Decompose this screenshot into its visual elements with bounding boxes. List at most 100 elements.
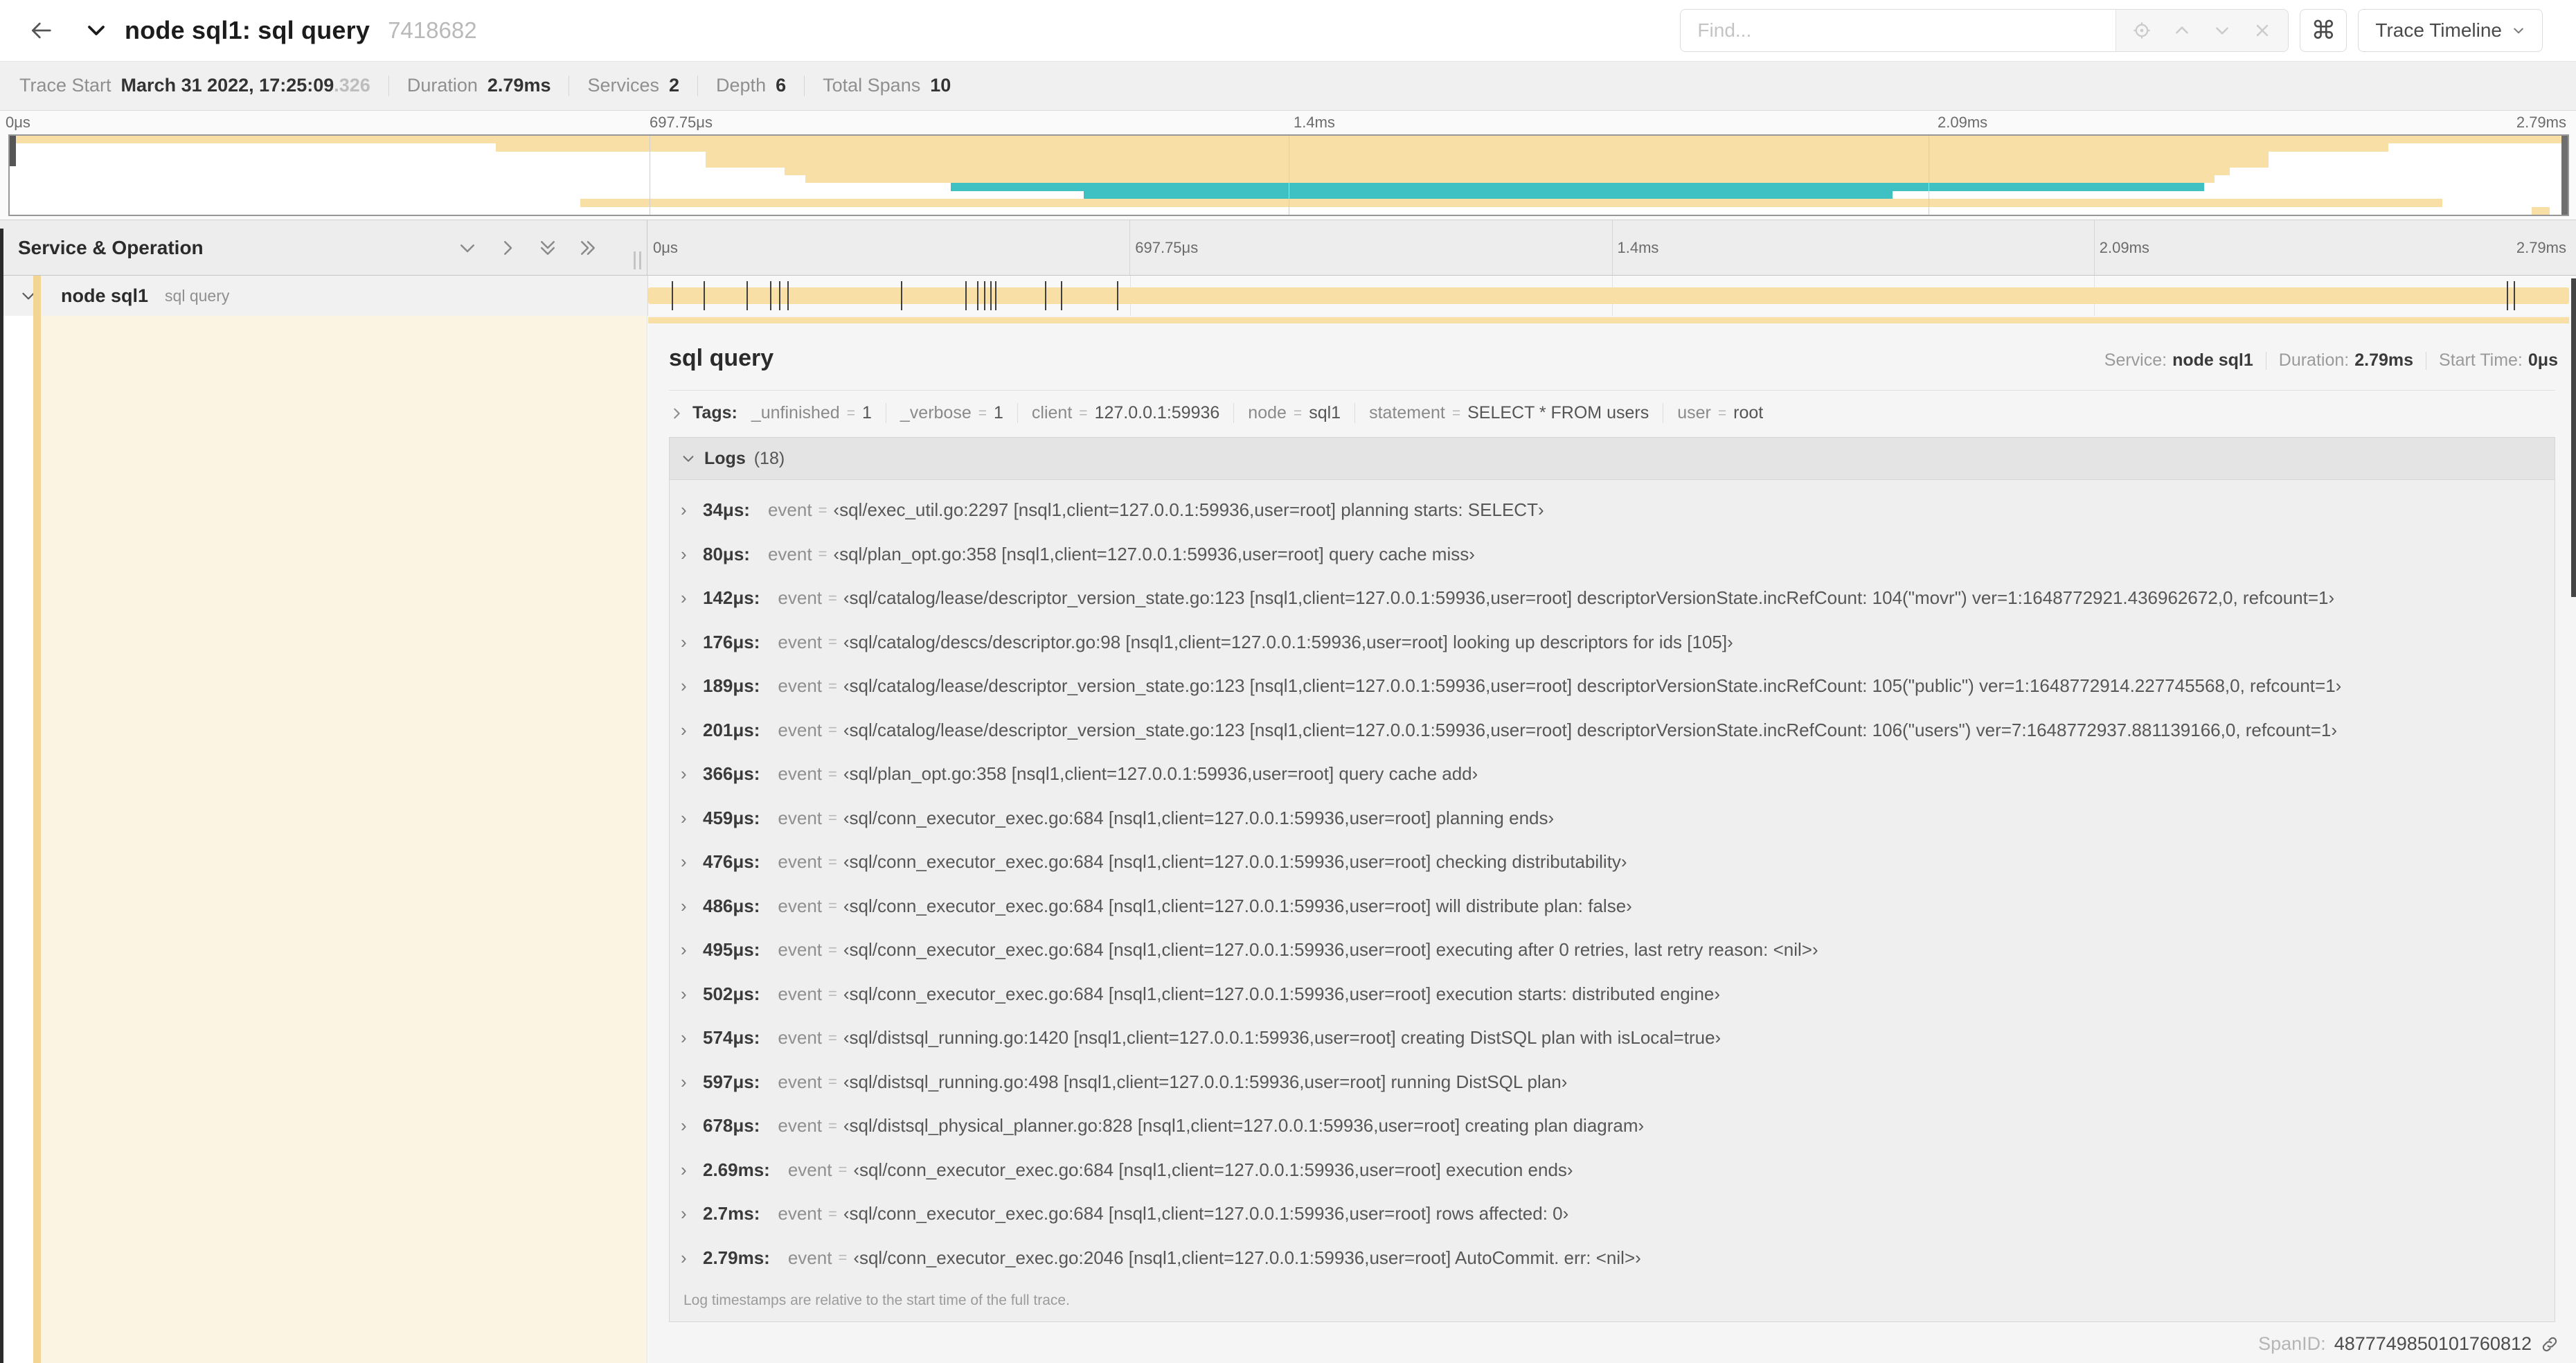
arrow-left-icon — [32, 22, 51, 39]
minimap-rows — [10, 136, 2568, 215]
log-row[interactable]: › 80μs: event = ‹sql/plan_opt.go:358 [nsql1,… — [681, 533, 2548, 577]
log-timestamp: 597μs: — [703, 1071, 760, 1092]
ruler: 0μs 697.75μs 1.4ms 2.09ms 2.79ms — [647, 220, 2576, 275]
log-row[interactable]: › 2.7ms: event = ‹sql/conn_executor_exec.go:… — [681, 1192, 2548, 1236]
tag-item[interactable]: _verbose = 1 — [885, 403, 1017, 423]
header-controls: ⌘ Trace Timeline — [1680, 9, 2543, 52]
logs-header[interactable]: Logs (18) — [670, 438, 2555, 480]
chevron-down-icon[interactable] — [681, 451, 696, 466]
tick-label: 2.09ms — [2099, 238, 2149, 256]
tag-item[interactable]: statement = SELECT * FROM users — [1354, 403, 1663, 423]
prev-result-icon[interactable] — [2162, 21, 2202, 39]
collapse-all-icon[interactable] — [537, 238, 558, 258]
logs-count: (18) — [753, 448, 785, 468]
back-button[interactable] — [25, 15, 57, 46]
log-field-value: ‹sql/catalog/lease/descriptor_version_st… — [843, 587, 2335, 609]
trace-minimap[interactable]: 0μs 697.75μs 1.4ms 2.09ms 2.79ms — [0, 111, 2576, 220]
title-chevron-down-icon[interactable] — [86, 20, 107, 41]
log-row[interactable]: › 189μs: event = ‹sql/catalog/lease/descript… — [681, 664, 2548, 709]
log-timestamp: 2.79ms: — [703, 1247, 770, 1268]
log-row[interactable]: › 597μs: event = ‹sql/distsql_running.go:498… — [681, 1060, 2548, 1105]
tag-value: sql1 — [1309, 403, 1341, 422]
column-resize-grip[interactable] — [634, 251, 641, 269]
log-marker — [703, 281, 705, 310]
tag-item[interactable]: user = root — [1663, 403, 1777, 423]
span-id-label: SpanID: — [2258, 1333, 2326, 1354]
chevron-right-icon: › — [681, 543, 687, 564]
log-field-key: event — [778, 807, 823, 828]
log-marker — [994, 281, 996, 310]
find-search — [1680, 9, 2289, 52]
log-marker — [746, 281, 748, 310]
collapse-one-icon[interactable] — [457, 238, 478, 258]
log-marker — [976, 281, 978, 310]
log-marker — [1060, 281, 1062, 310]
log-field-value: ‹sql/catalog/lease/descriptor_version_st… — [843, 675, 2342, 697]
log-row[interactable]: › 366μs: event = ‹sql/plan_opt.go:358 [nsql1… — [681, 752, 2548, 796]
link-icon[interactable] — [2540, 1335, 2559, 1354]
tag-item[interactable]: _unfinished = 1 — [742, 403, 886, 423]
log-row[interactable]: › 502μs: event = ‹sql/conn_executor_exec.go:… — [681, 972, 2548, 1017]
equals-sign: = — [1717, 404, 1727, 421]
expand-all-icon[interactable] — [578, 238, 598, 258]
right-scrollbar[interactable] — [2571, 278, 2576, 597]
minimap-span-bar — [580, 199, 2442, 207]
log-row[interactable]: › 142μs: event = ‹sql/catalog/lease/descript… — [681, 576, 2548, 621]
viewport-handle-right[interactable] — [2561, 136, 2568, 215]
tags-row[interactable]: Tags: _unfinished = 1 _verbose = 1 client = 127.… — [648, 391, 2576, 429]
log-field-key: event — [778, 895, 823, 916]
match-highlight-icon[interactable] — [2122, 21, 2162, 40]
log-field-value: ‹sql/conn_executor_exec.go:684 [nsql1,cl… — [843, 983, 1721, 1004]
duration-value: 2.79ms — [2354, 350, 2414, 370]
detail-title: sql query — [669, 345, 774, 371]
minimap-span-bar — [805, 175, 2215, 184]
chevron-right-icon: › — [681, 1071, 687, 1092]
left-scrollbar[interactable] — [0, 229, 3, 1363]
span-service-name: node sql1 — [61, 285, 149, 306]
span-row-timeline[interactable] — [647, 276, 2576, 316]
equals-sign: = — [828, 809, 837, 827]
tick-label: 0μs — [653, 238, 678, 256]
chevron-right-icon[interactable] — [669, 406, 684, 421]
chevron-right-icon: › — [681, 1203, 687, 1224]
span-row-name-cell[interactable]: node sql1 sql query — [0, 276, 647, 316]
log-field-key: event — [767, 499, 812, 521]
log-timestamp: 2.69ms: — [703, 1159, 770, 1180]
next-result-icon[interactable] — [2202, 21, 2242, 39]
span-duration-bar[interactable] — [648, 287, 2569, 304]
viewport-handle-left[interactable] — [10, 136, 16, 166]
log-marker — [990, 281, 992, 310]
chevron-right-icon: › — [681, 1115, 687, 1137]
chevron-right-icon: › — [681, 895, 687, 916]
log-timestamp: 201μs: — [703, 719, 760, 740]
log-row[interactable]: › 459μs: event = ‹sql/conn_executor_exec.go:… — [681, 796, 2548, 841]
log-row[interactable]: › 176μs: event = ‹sql/catalog/descs/descript… — [681, 621, 2548, 665]
chevron-right-icon: › — [681, 1159, 687, 1180]
equals-sign: = — [1079, 404, 1088, 421]
log-row[interactable]: › 495μs: event = ‹sql/conn_executor_exec.go:… — [681, 928, 2548, 972]
keyboard-shortcuts-button[interactable]: ⌘ — [2300, 9, 2347, 52]
equals-sign: = — [828, 1116, 837, 1134]
tag-item[interactable]: node = sql1 — [1233, 403, 1354, 423]
service-operation-title: Service & Operation — [18, 236, 204, 258]
minimap-canvas[interactable] — [8, 134, 2569, 216]
equals-sign: = — [828, 1073, 837, 1091]
log-timestamp: 142μs: — [703, 587, 760, 609]
log-row[interactable]: › 574μs: event = ‹sql/distsql_running.go:142… — [681, 1016, 2548, 1060]
chevron-right-icon: › — [681, 675, 687, 697]
trace-view-select[interactable]: Trace Timeline — [2358, 9, 2543, 52]
log-row[interactable]: › 201μs: event = ‹sql/catalog/lease/descript… — [681, 709, 2548, 753]
detail-stats: Service: node sql1 Duration: 2.79ms Start … — [2104, 350, 2558, 371]
log-row[interactable]: › 2.79ms: event = ‹sql/conn_executor_exec.go… — [681, 1236, 2548, 1281]
find-input[interactable] — [1681, 10, 2116, 51]
log-row[interactable]: › 678μs: event = ‹sql/distsql_physical_plann… — [681, 1104, 2548, 1148]
page-title: node sql1: sql query — [125, 16, 370, 44]
tag-item[interactable]: client = 127.0.0.1:59936 — [1017, 403, 1233, 423]
log-row[interactable]: › 34μs: event = ‹sql/exec_util.go:2297 [nsql… — [681, 488, 2548, 533]
log-row[interactable]: › 476μs: event = ‹sql/conn_executor_exec.go:… — [681, 840, 2548, 884]
log-field-key: event — [778, 1203, 822, 1224]
log-row[interactable]: › 486μs: event = ‹sql/conn_executor_exec.go:… — [681, 884, 2548, 929]
log-row[interactable]: › 2.69ms: event = ‹sql/conn_executor_exec.go… — [681, 1148, 2548, 1193]
clear-search-icon[interactable] — [2242, 22, 2282, 39]
expand-one-icon[interactable] — [497, 238, 518, 258]
